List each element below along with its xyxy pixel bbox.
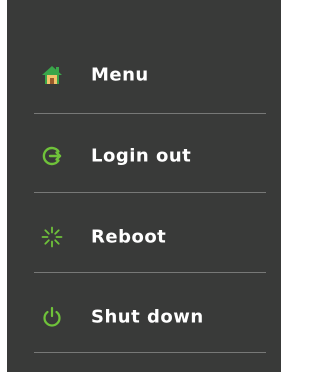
reboot-icon bbox=[41, 226, 63, 248]
power-icon bbox=[41, 306, 63, 328]
menu-item-label: Menu bbox=[91, 64, 149, 86]
menu-item-label: Shut down bbox=[91, 306, 204, 328]
side-menu-panel: Menu Login out Reboot Shut down bbox=[7, 0, 281, 372]
menu-item-reboot[interactable]: Reboot bbox=[7, 206, 281, 268]
divider bbox=[34, 272, 266, 273]
logout-icon bbox=[41, 145, 63, 167]
menu-item-login-out[interactable]: Login out bbox=[7, 125, 281, 187]
home-icon bbox=[41, 64, 63, 86]
divider bbox=[34, 113, 266, 114]
divider bbox=[34, 352, 266, 353]
divider bbox=[34, 192, 266, 193]
menu-item-label: Login out bbox=[91, 145, 192, 167]
menu-item-shut-down[interactable]: Shut down bbox=[7, 286, 281, 348]
menu-item-label: Reboot bbox=[91, 226, 167, 248]
menu-item-menu[interactable]: Menu bbox=[7, 44, 281, 106]
